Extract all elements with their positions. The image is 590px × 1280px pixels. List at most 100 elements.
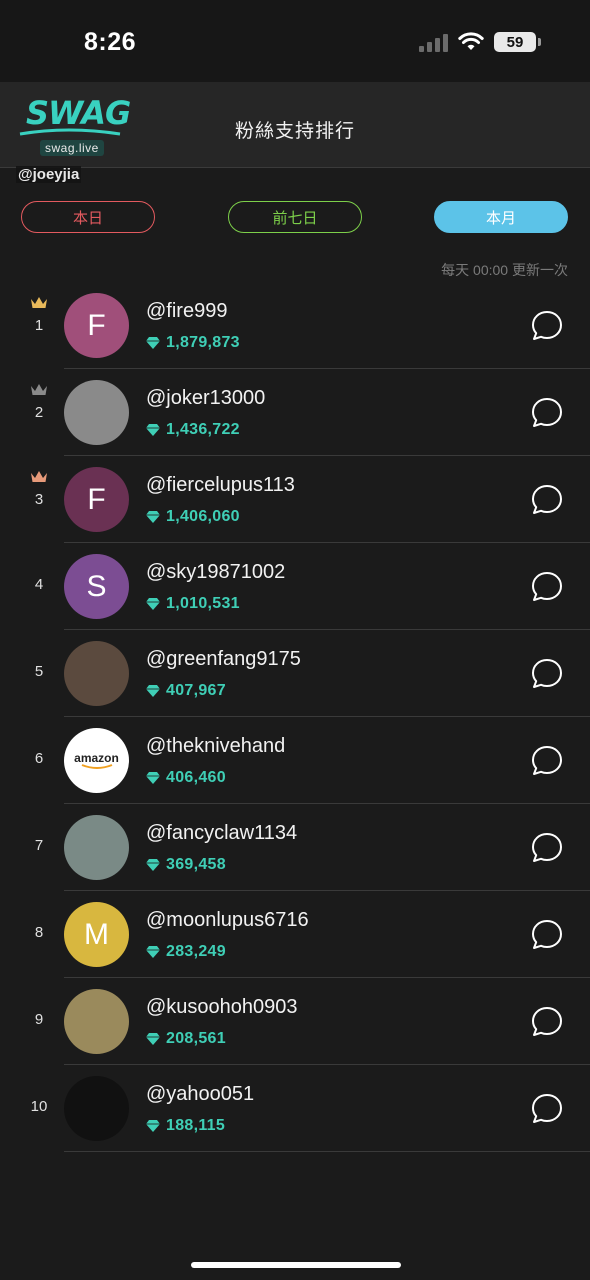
diamond-icon [146, 685, 160, 697]
chat-bubble-icon[interactable] [530, 483, 564, 517]
rank-number: 8 [34, 924, 44, 941]
avatar[interactable] [64, 815, 129, 880]
score: 369,458 [146, 856, 226, 874]
score-value: 407,967 [166, 682, 226, 699]
username[interactable]: @sky19871002 [146, 561, 285, 584]
crown-icon [31, 471, 47, 482]
username-tag: @joeyjia [16, 166, 82, 183]
username[interactable]: @fiercelupus113 [146, 474, 295, 497]
score: 1,436,722 [146, 421, 240, 439]
score: 407,967 [146, 682, 226, 700]
score-value: 406,460 [166, 769, 226, 786]
score-value: 1,436,722 [166, 421, 240, 438]
logo-subtitle: swag.live [40, 140, 104, 156]
ranking-row[interactable]: 3 F @fiercelupus113 1,406,060 [0, 456, 590, 543]
chat-bubble-icon[interactable] [530, 396, 564, 430]
diamond-icon [146, 859, 160, 871]
ranking-row[interactable]: 2 @joker13000 1,436,722 [0, 369, 590, 456]
avatar[interactable]: M [64, 902, 129, 967]
diamond-icon [146, 946, 160, 958]
update-note: 每天 00:00 更新一次 [441, 262, 568, 278]
rank-number: 4 [34, 576, 44, 593]
chat-bubble-icon[interactable] [530, 570, 564, 604]
ranking-row[interactable]: 9 @kusoohoh0903 208,561 [0, 978, 590, 1065]
rank-number: 7 [34, 837, 44, 854]
avatar[interactable] [64, 1076, 129, 1141]
ranking-row[interactable]: 4 S @sky19871002 1,010,531 [0, 543, 590, 630]
wifi-icon [458, 32, 484, 52]
chat-bubble-icon[interactable] [530, 744, 564, 778]
ranking-row[interactable]: 1 F @fire999 1,879,873 [0, 282, 590, 369]
cellular-signal-icon [419, 32, 448, 52]
score: 283,249 [146, 943, 226, 961]
avatar[interactable]: S [64, 554, 129, 619]
chat-bubble-icon[interactable] [530, 831, 564, 865]
avatar-initial: M [84, 917, 109, 951]
score-value: 1,406,060 [166, 508, 240, 525]
score: 1,879,873 [146, 334, 240, 352]
tab-this-month[interactable]: 本月 [434, 201, 568, 233]
score: 188,115 [146, 1117, 225, 1135]
home-indicator[interactable] [191, 1262, 401, 1268]
ranking-row[interactable]: 8 M @moonlupus6716 283,249 [0, 891, 590, 978]
rank-number: 2 [34, 404, 44, 421]
diamond-icon [146, 1033, 160, 1045]
chat-bubble-icon[interactable] [530, 918, 564, 952]
crown-icon [31, 297, 47, 308]
avatar[interactable] [64, 380, 129, 445]
diamond-icon [146, 337, 160, 349]
chat-bubble-icon[interactable] [530, 657, 564, 691]
avatar[interactable]: F [64, 467, 129, 532]
avatar[interactable] [64, 989, 129, 1054]
diamond-icon [146, 598, 160, 610]
crown-icon [31, 384, 47, 395]
score-value: 188,115 [166, 1117, 226, 1134]
tab-past-seven-days[interactable]: 前七日 [228, 201, 362, 233]
score-value: 1,010,531 [166, 595, 240, 612]
status-icons: 59 [419, 32, 541, 52]
rank-number: 3 [34, 491, 44, 508]
username[interactable]: @fire999 [146, 300, 227, 323]
status-time: 8:26 [84, 28, 137, 56]
score-value: 1,879,873 [166, 334, 240, 351]
rank-number: 6 [34, 750, 44, 767]
score: 1,010,531 [146, 595, 240, 613]
username[interactable]: @fancyclaw1134 [146, 822, 297, 845]
diamond-icon [146, 424, 160, 436]
username[interactable]: @kusoohoh0903 [146, 996, 298, 1019]
rank-number: 9 [34, 1011, 44, 1028]
ranking-row[interactable]: 6 amazon @theknivehand 406,460 [0, 717, 590, 804]
avatar[interactable]: F [64, 293, 129, 358]
diamond-icon [146, 511, 160, 523]
username[interactable]: @greenfang9175 [146, 648, 301, 671]
ranking-row[interactable]: 7 @fancyclaw1134 369,458 [0, 804, 590, 891]
rank-number: 10 [30, 1098, 48, 1115]
chat-bubble-icon[interactable] [530, 1005, 564, 1039]
score: 1,406,060 [146, 508, 240, 526]
logo-swoosh-icon [19, 128, 121, 136]
score-value: 283,249 [166, 943, 226, 960]
diamond-icon [146, 772, 160, 784]
score-value: 208,561 [166, 1030, 226, 1047]
username[interactable]: @moonlupus6716 [146, 909, 309, 932]
status-bar: 8:26 59 [0, 0, 590, 82]
row-divider [64, 1151, 590, 1152]
username[interactable]: @yahoo051 [146, 1083, 254, 1106]
avatar-initial: F [87, 482, 106, 516]
username[interactable]: @joker13000 [146, 387, 265, 410]
tab-today[interactable]: 本日 [21, 201, 155, 233]
avatar[interactable]: amazon [64, 728, 129, 793]
chat-bubble-icon[interactable] [530, 309, 564, 343]
rank-number: 5 [34, 663, 44, 680]
username[interactable]: @theknivehand [146, 735, 285, 758]
chat-bubble-icon[interactable] [530, 1092, 564, 1126]
ranking-row[interactable]: 10 @yahoo051 188,115 [0, 1065, 590, 1152]
avatar[interactable] [64, 641, 129, 706]
avatar-initial: S [86, 569, 107, 603]
diamond-icon [146, 1120, 160, 1132]
swag-logo: SWAG swag.live [14, 90, 131, 160]
amazon-logo: amazon [74, 751, 119, 770]
ranking-row[interactable]: 5 @greenfang9175 407,967 [0, 630, 590, 717]
score: 406,460 [146, 769, 226, 787]
score-value: 369,458 [166, 856, 226, 873]
